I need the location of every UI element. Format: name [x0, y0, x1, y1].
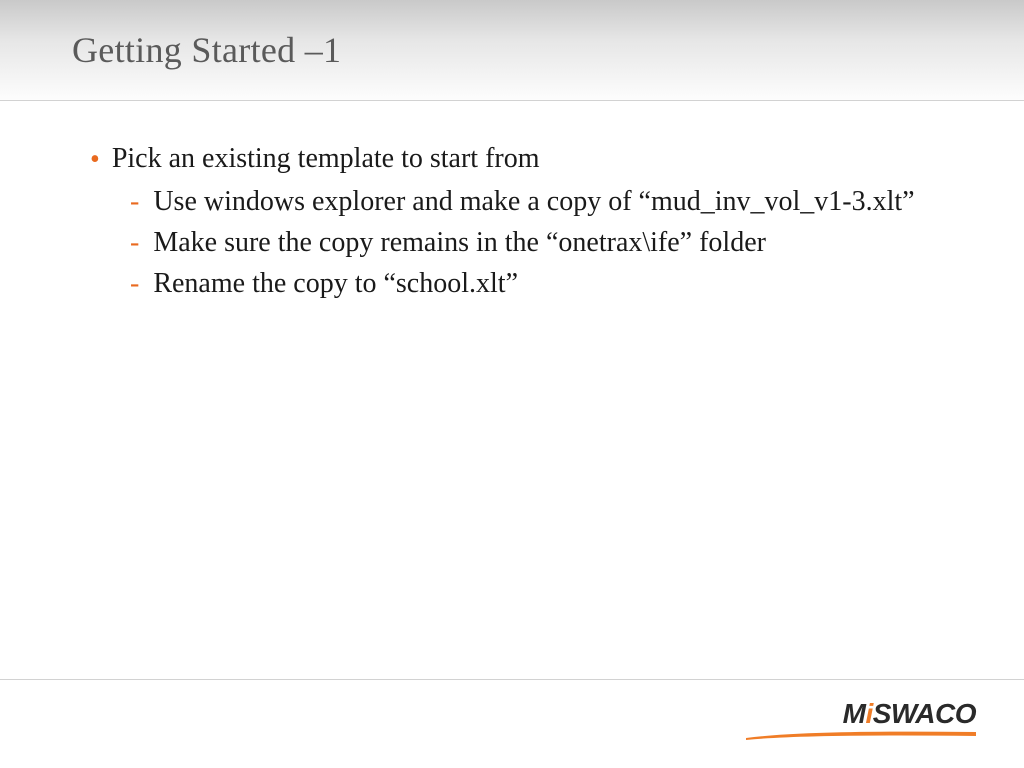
logo-accent-letter: i	[865, 700, 872, 728]
sub-bullet-item: - Use windows explorer and make a copy o…	[130, 184, 964, 221]
logo-suffix: SWACO	[873, 700, 976, 728]
sub-bullet-item: - Rename the copy to “school.xlt”	[130, 266, 964, 303]
logo-swoosh-icon	[746, 730, 976, 740]
sub-bullet-text: Use windows explorer and make a copy of …	[153, 184, 964, 221]
bullet-icon: •	[90, 143, 100, 177]
dash-icon: -	[130, 225, 139, 261]
slide: Getting Started –1 • Pick an existing te…	[0, 0, 1024, 768]
content-area: • Pick an existing template to start fro…	[0, 101, 1024, 303]
dash-icon: -	[130, 184, 139, 220]
dash-icon: -	[130, 266, 139, 302]
slide-title: Getting Started –1	[72, 29, 341, 71]
divider-bottom	[0, 679, 1024, 680]
logo-prefix: M	[843, 700, 866, 728]
sub-bullet-item: - Make sure the copy remains in the “one…	[130, 225, 964, 262]
logo-text: Mi SWACO	[843, 700, 976, 728]
title-band: Getting Started –1	[0, 0, 1024, 100]
sub-bullet-text: Make sure the copy remains in the “onetr…	[153, 225, 964, 262]
bullet-item: • Pick an existing template to start fro…	[90, 141, 964, 178]
sub-bullet-text: Rename the copy to “school.xlt”	[153, 266, 964, 303]
bullet-text: Pick an existing template to start from	[112, 141, 964, 178]
logo-mi-swaco: Mi SWACO	[746, 700, 976, 740]
